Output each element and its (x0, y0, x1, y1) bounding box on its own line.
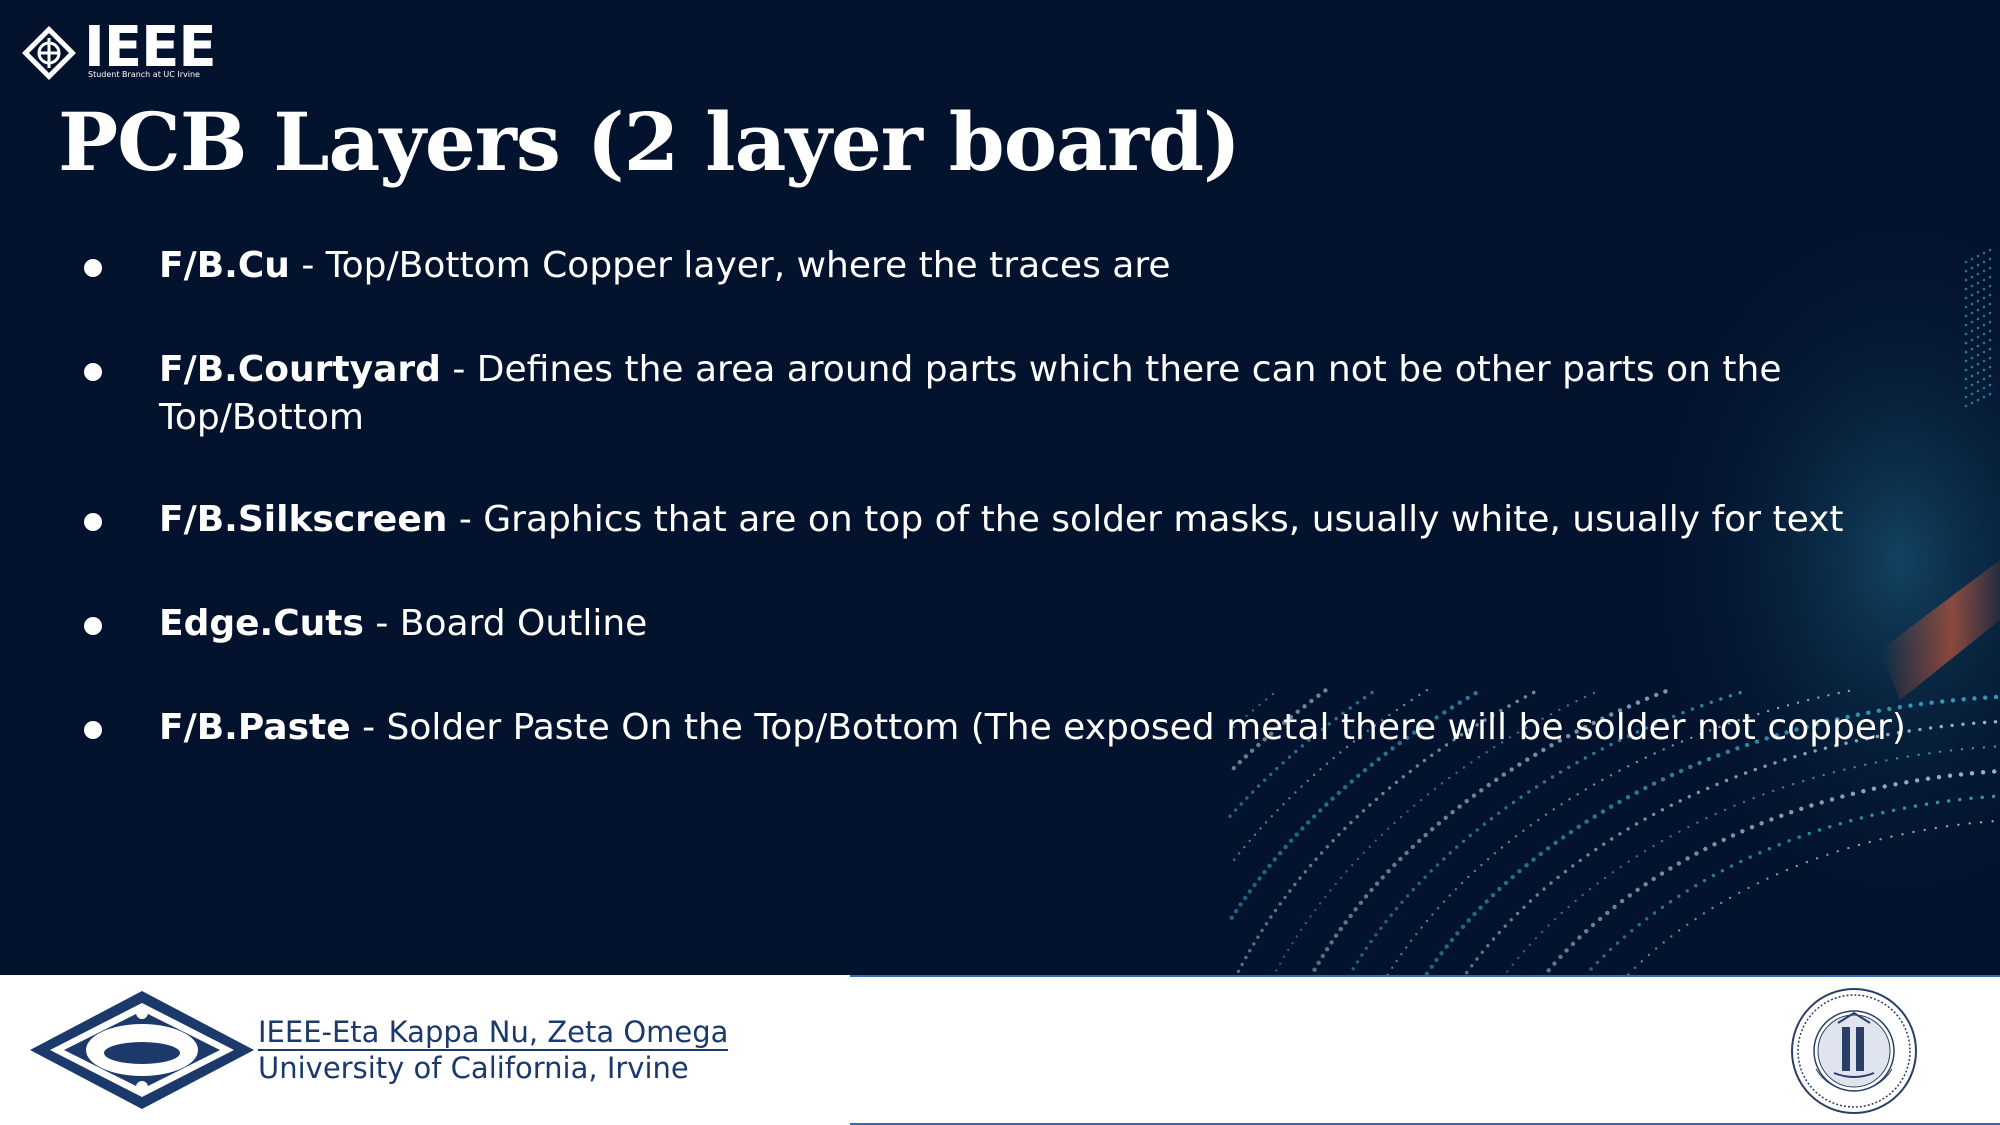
list-item: Edge.Cuts - Board Outline (80, 600, 647, 648)
list-item: F/B.Paste - Solder Paste On the Top/Bott… (80, 704, 1906, 752)
bullet-dot-icon (84, 721, 102, 739)
layer-term: Edge.Cuts (159, 603, 364, 644)
layer-term: F/B.Silkscreen (159, 499, 448, 540)
bullet-dot-icon (84, 513, 102, 531)
bullet-dot-icon (84, 363, 102, 381)
org-name-line2: University of California, Irvine (258, 1051, 689, 1085)
layer-description: - Solder Paste On the Top/Bottom (The ex… (350, 707, 1906, 748)
list-item: F/B.Silkscreen - Graphics that are on to… (80, 496, 1844, 544)
list-item: F/B.Cu - Top/Bottom Copper layer, where … (80, 242, 1170, 290)
hkn-diamond-icon (30, 991, 254, 1109)
list-item: F/B.Courtyard - Defines the area around … (80, 346, 1970, 442)
layer-description: - Top/Bottom Copper layer, where the tra… (289, 245, 1171, 286)
bullet-dot-icon (84, 617, 102, 635)
layer-description: - Graphics that are on top of the solder… (447, 499, 1844, 540)
layer-term: F/B.Paste (159, 707, 351, 748)
layer-description: - Board Outline (363, 603, 648, 644)
bullet-dot-icon (84, 259, 102, 277)
page-title: PCB Layers (2 layer board) (58, 95, 1241, 189)
footer-rule-top (850, 975, 2000, 977)
layer-term: F/B.Courtyard (159, 349, 441, 390)
ieee-logo: IEEE Student Branch at UC Irvine (20, 16, 240, 82)
ieee-subtitle: Student Branch at UC Irvine (88, 70, 200, 79)
footer-bar: IEEE-Eta Kappa Nu, Zeta Omega University… (0, 975, 2000, 1125)
org-name-line1: IEEE-Eta Kappa Nu, Zeta Omega (258, 1015, 729, 1051)
org-name: IEEE-Eta Kappa Nu, Zeta Omega University… (258, 1015, 729, 1085)
layer-term: F/B.Cu (159, 245, 290, 286)
uc-seal-icon (1791, 988, 1917, 1114)
ieee-diamond-icon (22, 26, 76, 80)
slide: IEEE Student Branch at UC Irvine PCB Lay… (0, 0, 2000, 975)
